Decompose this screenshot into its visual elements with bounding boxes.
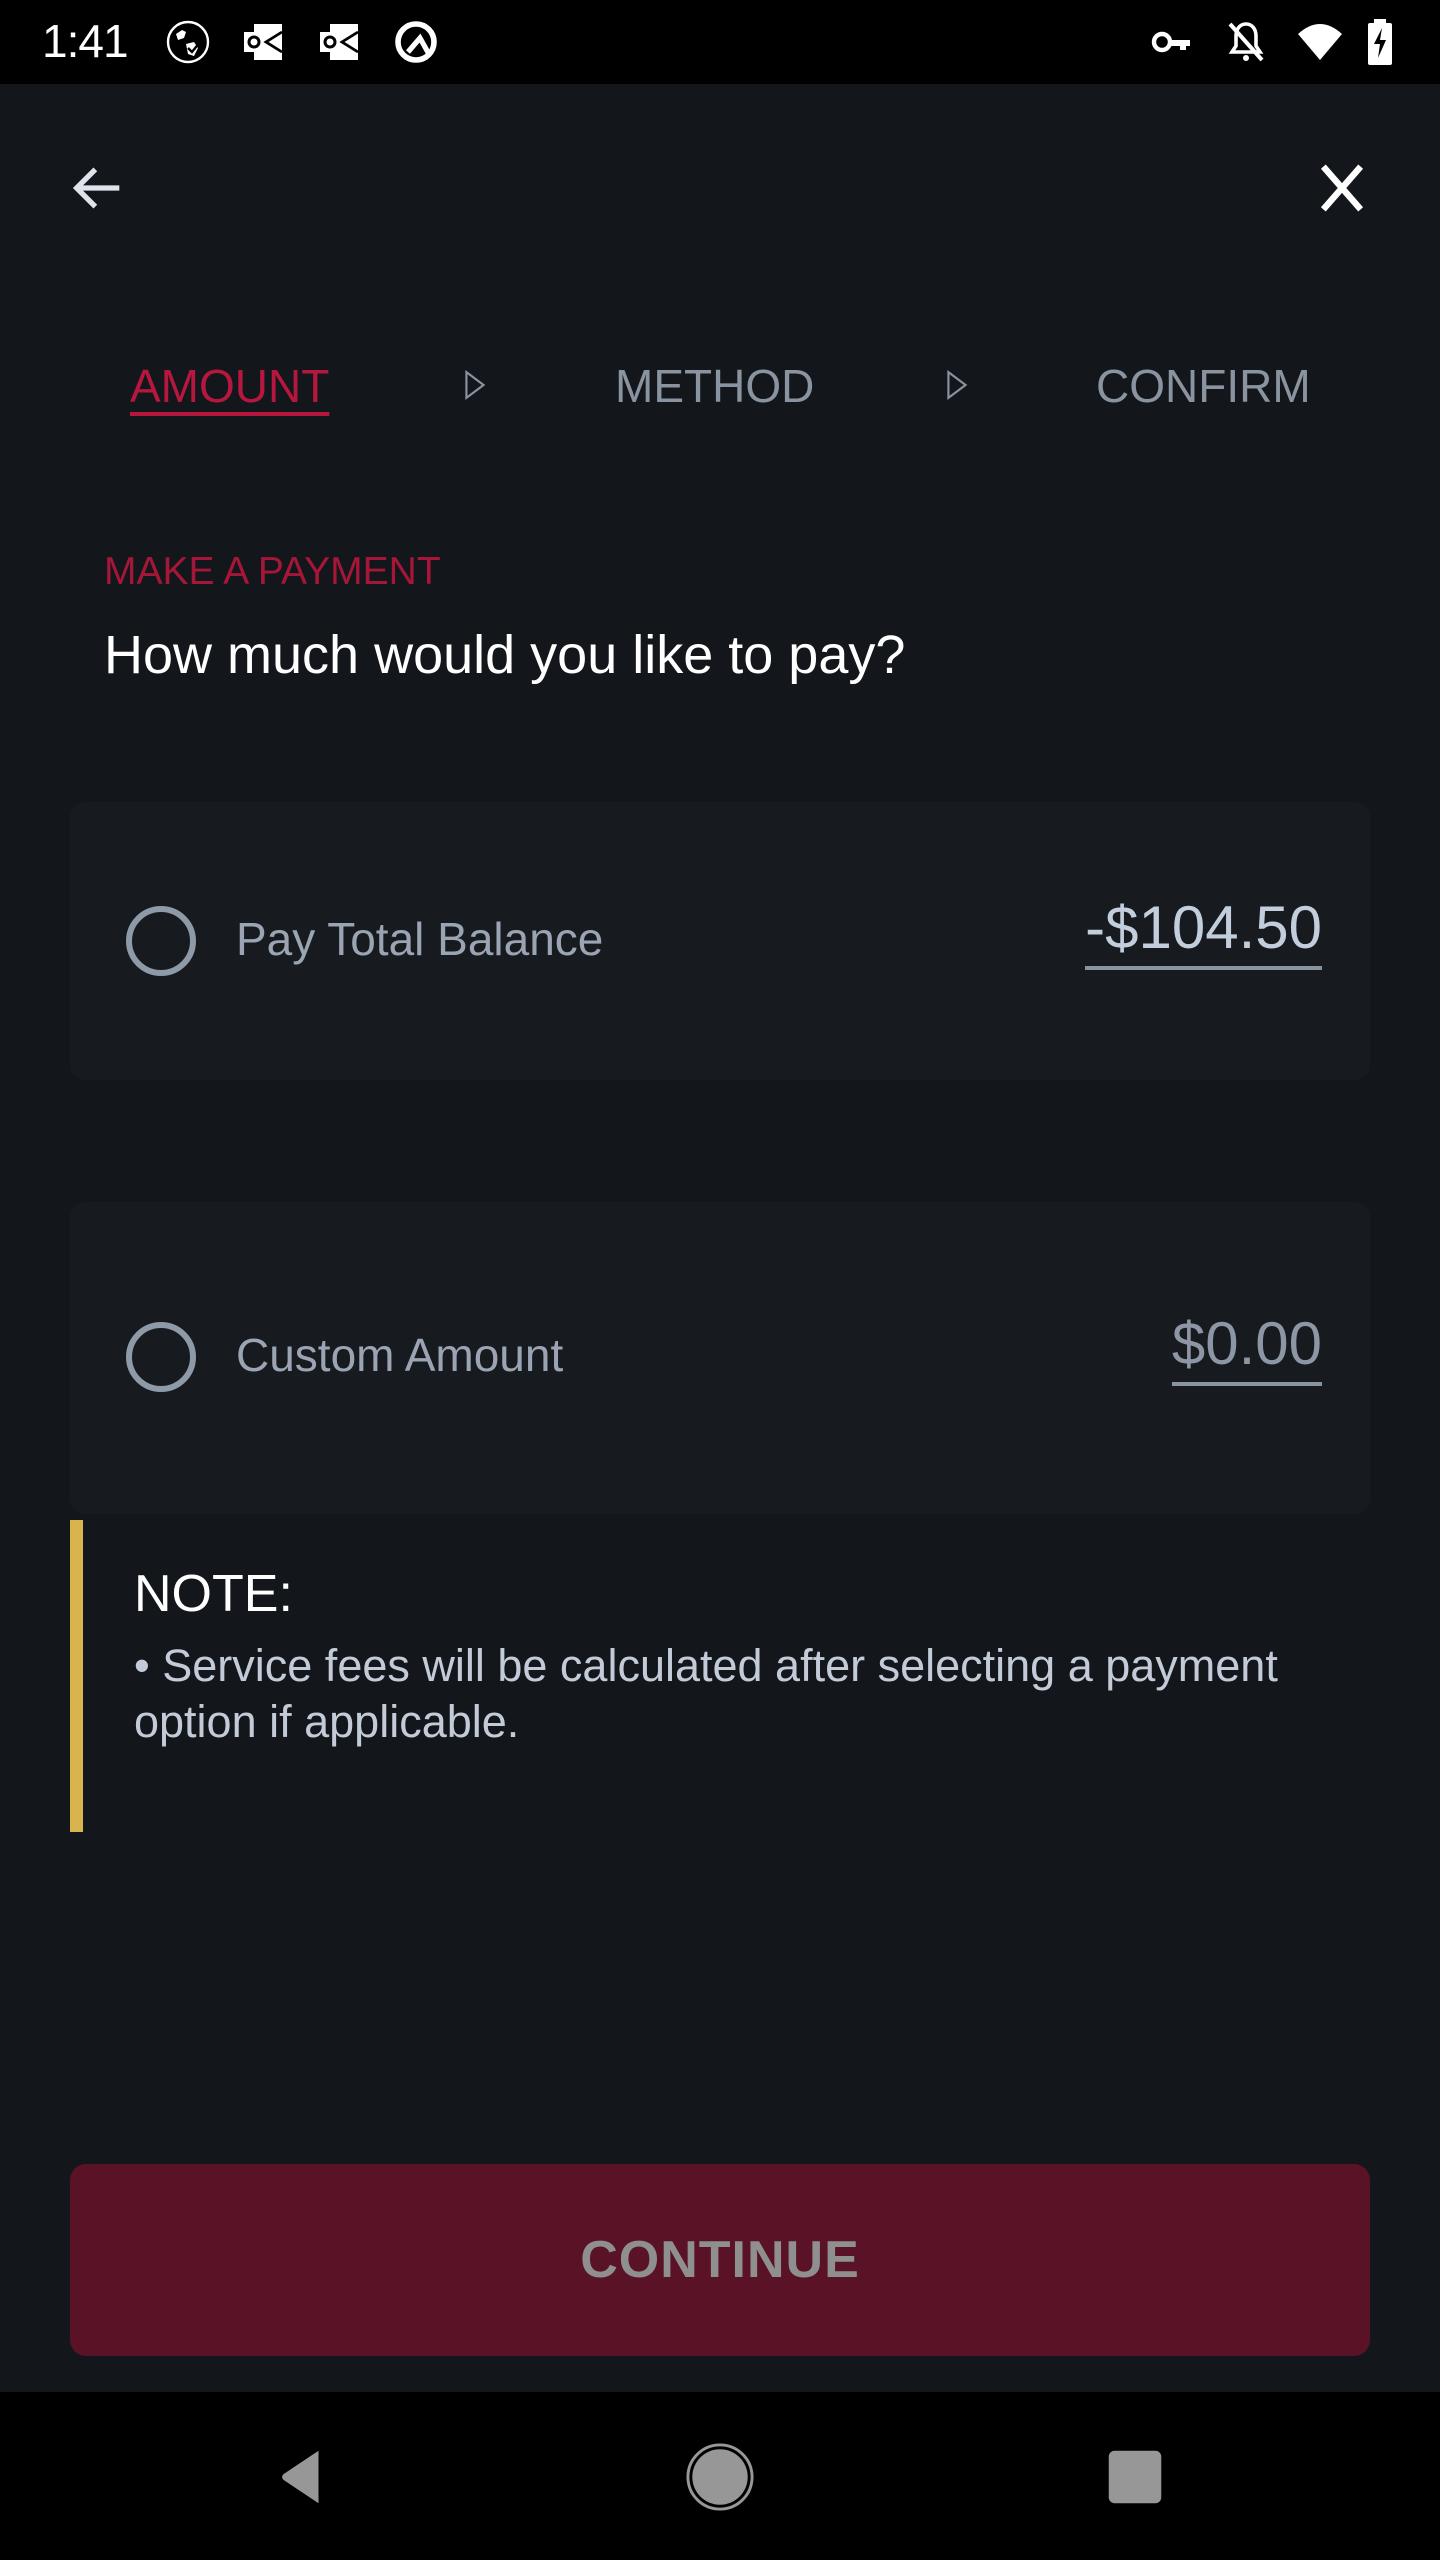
continue-button[interactable]: CONTINUE <box>70 2164 1370 2356</box>
nav-home-button[interactable] <box>675 2432 765 2522</box>
option-custom-amount[interactable]: Custom Amount $0.00 <box>70 1202 1370 1514</box>
note-title: NOTE: <box>134 1565 293 1623</box>
option-label: Custom Amount <box>236 1329 564 1381</box>
note-body: • Service fees will be calculated after … <box>134 1640 1278 1747</box>
notifications-off-icon <box>1222 18 1270 66</box>
nav-back-icon <box>282 2450 319 2504</box>
section-eyebrow: MAKE A PAYMENT <box>104 550 441 593</box>
step-amount[interactable]: AMOUNT <box>130 346 329 426</box>
battery-charging-icon <box>1360 18 1400 66</box>
nav-back-button[interactable] <box>256 2432 346 2522</box>
nav-home-icon <box>686 2443 754 2511</box>
status-bar: 1:41 <box>0 0 1440 84</box>
option-label: Pay Total Balance <box>236 913 604 965</box>
note-callout: NOTE: • Service fees will be calculated … <box>70 1520 1370 1832</box>
wifi-icon <box>1296 18 1344 66</box>
arrow-left-icon <box>72 167 120 209</box>
outlook-icon <box>240 18 288 66</box>
radio-pay-total-balance[interactable] <box>126 906 196 976</box>
triangle-right-outline-icon <box>947 370 968 400</box>
payment-stepper: AMOUNT METHOD CONFIRM <box>0 346 1440 426</box>
note-accent-bar <box>70 1520 83 1832</box>
system-nav-bar <box>0 2392 1440 2560</box>
globe-check-icon <box>164 18 212 66</box>
close-button[interactable] <box>1302 148 1382 228</box>
step-confirm[interactable]: CONFIRM <box>1096 346 1311 426</box>
vpn-key-icon <box>1148 18 1196 66</box>
q-icon <box>392 18 440 66</box>
nav-recents-button[interactable] <box>1090 2432 1180 2522</box>
option-pay-total-balance[interactable]: Pay Total Balance -$104.50 <box>70 802 1370 1080</box>
page-title: How much would you like to pay? <box>104 625 906 685</box>
total-balance-amount: -$104.50 <box>1085 898 1322 970</box>
close-icon <box>1320 164 1364 212</box>
nav-recents-icon <box>1108 2450 1162 2504</box>
status-time: 1:41 <box>42 15 129 67</box>
back-button[interactable] <box>58 148 138 228</box>
custom-amount-input[interactable]: $0.00 <box>1171 1314 1322 1386</box>
outlook-icon <box>316 18 364 66</box>
triangle-right-outline-icon <box>465 370 486 400</box>
radio-custom-amount[interactable] <box>126 1322 196 1392</box>
step-method[interactable]: METHOD <box>615 346 814 426</box>
payment-screen: AMOUNT METHOD CONFIRM MAKE A PAYMENT How… <box>0 84 1440 2392</box>
